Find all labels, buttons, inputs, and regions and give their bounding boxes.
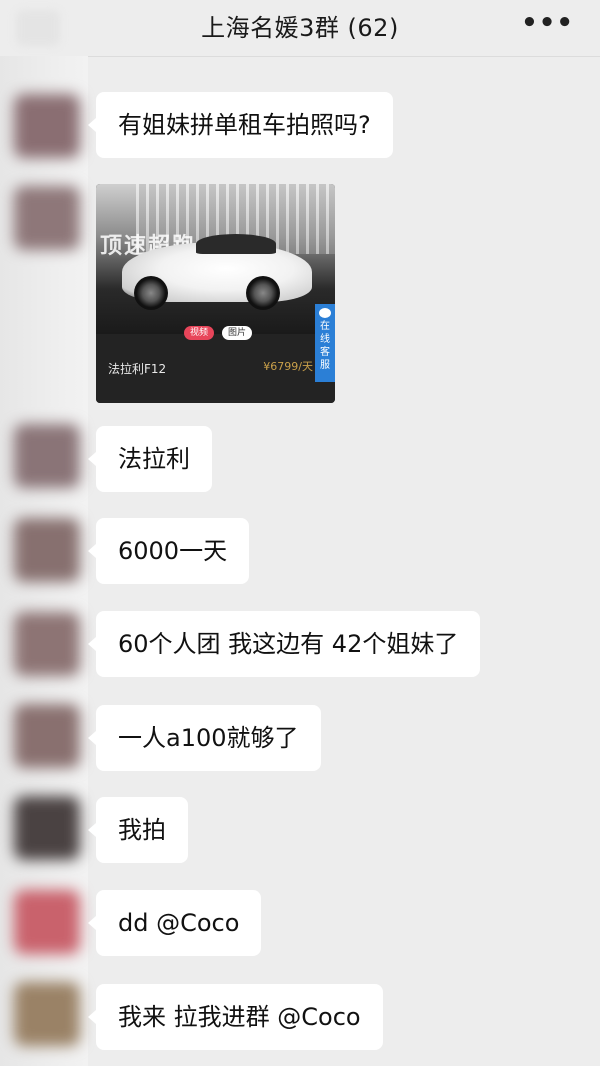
- online-service-tab[interactable]: 在线客服: [315, 304, 335, 382]
- car-photo: 顶速超跑: [96, 184, 335, 334]
- chat-bubble-icon: [319, 308, 331, 318]
- avatar[interactable]: [14, 612, 80, 676]
- avatar[interactable]: [14, 518, 80, 582]
- message-bubble[interactable]: 法拉利: [88, 426, 212, 492]
- avatar[interactable]: [14, 796, 80, 860]
- message-bubble[interactable]: 6000一天: [87, 518, 250, 584]
- more-dots-icon[interactable]: •••: [521, 8, 574, 38]
- image-tag[interactable]: 图片: [222, 326, 253, 340]
- avatar[interactable]: [14, 424, 80, 488]
- avatar-column: [0, 56, 88, 1066]
- car-name: 法拉利F12: [108, 362, 167, 376]
- message-bubble[interactable]: dd @Coco: [87, 890, 262, 956]
- online-service-label: 在线客服: [320, 321, 330, 371]
- chat-header: 上海名媛3群 (62) •••: [0, 0, 600, 57]
- avatar[interactable]: [14, 890, 80, 954]
- car-window: [196, 234, 276, 254]
- chat-screen: 上海名媛3群 (62) ••• 有姐妹拼单租车拍照吗? 顶速超跑 视频 图片 法…: [0, 0, 600, 1066]
- avatar[interactable]: [14, 704, 80, 768]
- car-rental-card[interactable]: 顶速超跑 视频 图片 法拉利F12 ¥6799/天 在线客服: [96, 184, 335, 403]
- chat-title: 上海名媛3群 (62): [201, 14, 399, 42]
- message-bubble[interactable]: 有姐妹拼单租车拍照吗?: [88, 92, 393, 158]
- message-bubble[interactable]: 我来 拉我进群 @Coco: [88, 984, 383, 1050]
- car-wheel-rear: [246, 276, 280, 310]
- avatar[interactable]: [14, 982, 80, 1046]
- car-wheel-front: [134, 276, 168, 310]
- message-bubble[interactable]: 我拍: [88, 797, 188, 863]
- car-price: ¥6799/天: [263, 360, 313, 373]
- avatar[interactable]: [14, 94, 80, 158]
- message-bubble[interactable]: 60个人团 我这边有 42个姐妹了: [87, 611, 481, 677]
- video-tag[interactable]: 视频: [184, 326, 215, 340]
- avatar[interactable]: [14, 186, 80, 250]
- message-bubble[interactable]: 一人a100就够了: [88, 705, 321, 771]
